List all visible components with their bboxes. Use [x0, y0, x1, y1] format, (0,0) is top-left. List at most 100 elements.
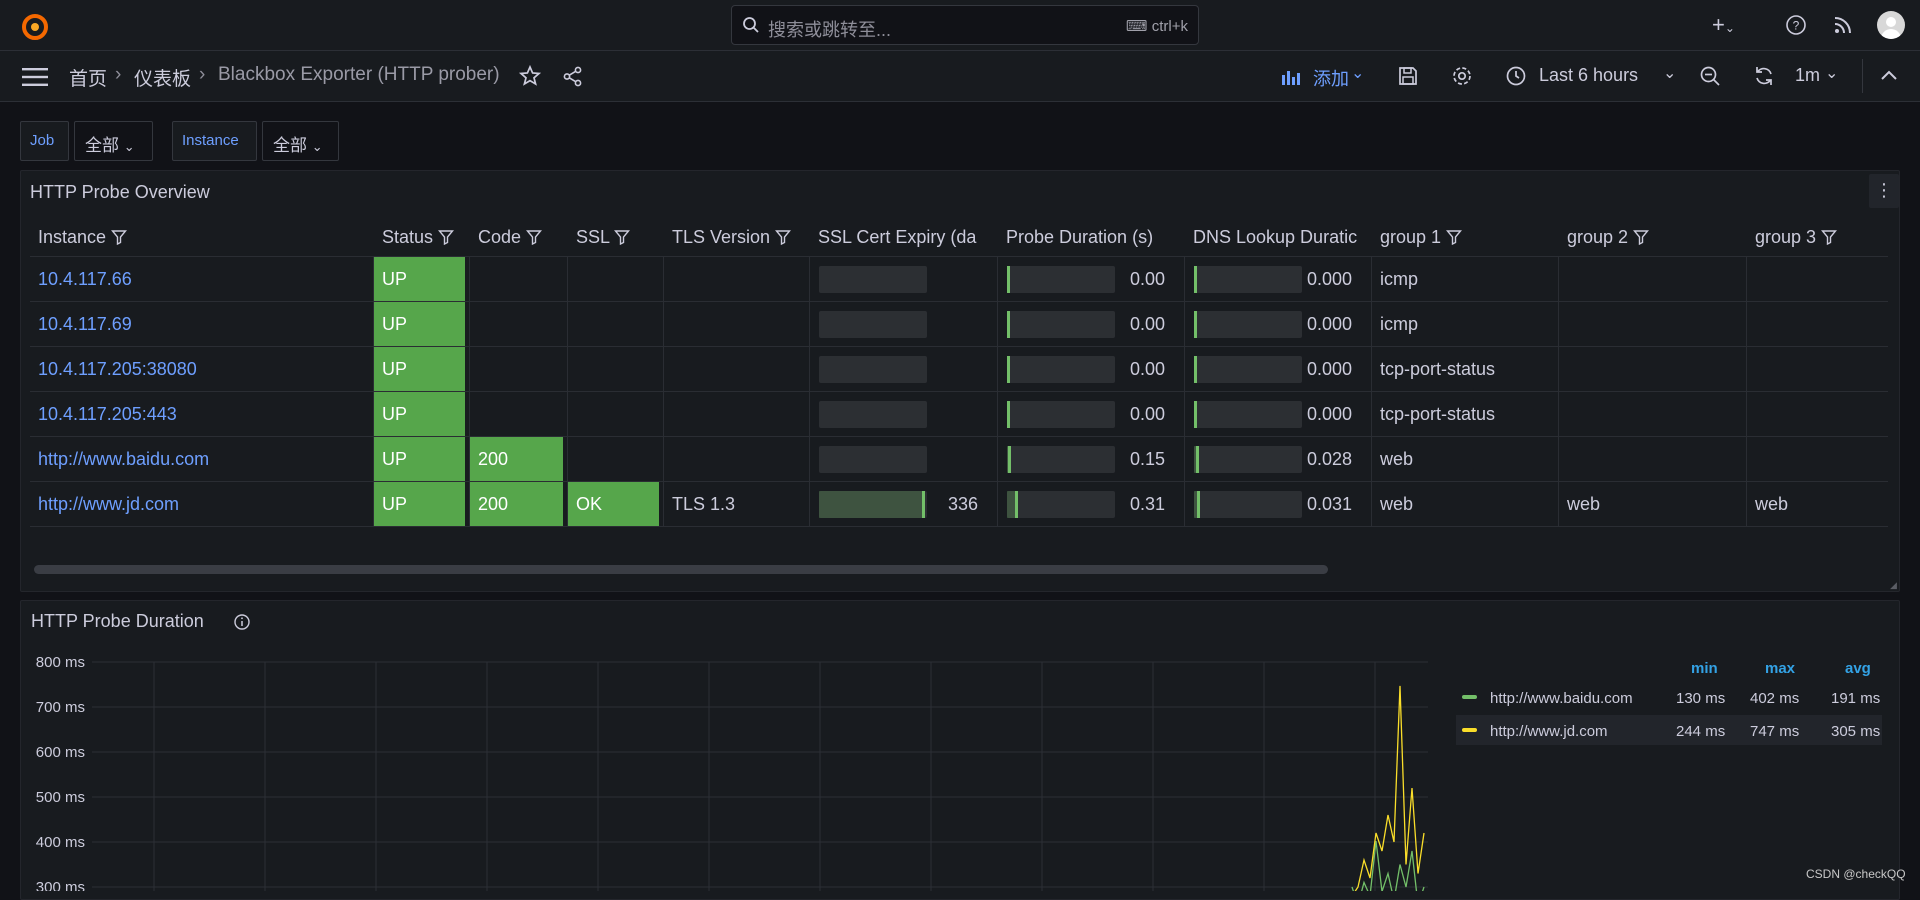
- column-header[interactable]: SSL: [576, 227, 658, 248]
- refresh-interval-picker[interactable]: 1m ⌄: [1795, 64, 1845, 88]
- breadcrumb-current-dashboard: Blackbox Exporter (HTTP prober): [218, 64, 500, 85]
- column-divider: [809, 392, 810, 436]
- group2-cell: [1559, 437, 1733, 481]
- instance-link[interactable]: 10.4.117.205:443: [30, 392, 363, 436]
- status-cell: UP: [374, 437, 465, 481]
- legend-header-min[interactable]: min: [1691, 660, 1718, 677]
- search-input[interactable]: 搜索或跳转至... ⌨ ctrl+k: [731, 5, 1199, 45]
- legend-header-max[interactable]: max: [1765, 660, 1795, 677]
- legend-series-name[interactable]: http://www.baidu.com: [1490, 690, 1633, 707]
- save-icon[interactable]: [1397, 65, 1419, 90]
- legend-header-avg[interactable]: avg: [1845, 660, 1871, 677]
- column-divider: [997, 482, 998, 526]
- status-cell: UP: [374, 257, 465, 301]
- column-divider: [469, 482, 470, 526]
- filter-icon[interactable]: [770, 227, 792, 247]
- instance-link[interactable]: 10.4.117.69: [30, 302, 363, 346]
- column-header[interactable]: group 2: [1567, 227, 1732, 248]
- instance-link[interactable]: http://www.jd.com: [30, 482, 363, 526]
- variable-value-job: 全部: [85, 136, 119, 155]
- column-divider: [469, 347, 470, 391]
- dns-lookup-gauge-fill: [1194, 446, 1200, 473]
- column-header-label: Status: [382, 227, 434, 247]
- keyboard-shortcut-hint: ⌨ ctrl+k: [1126, 17, 1188, 35]
- variable-select-instance[interactable]: 全部 ⌄: [262, 121, 339, 161]
- legend-series-name[interactable]: http://www.jd.com: [1490, 723, 1608, 740]
- column-divider: [1184, 392, 1185, 436]
- filter-icon[interactable]: [1628, 227, 1650, 247]
- column-header[interactable]: SSL Cert Expiry (da: [818, 227, 984, 248]
- filter-icon[interactable]: [1816, 227, 1838, 247]
- column-header[interactable]: TLS Version: [672, 227, 802, 248]
- instance-link[interactable]: 10.4.117.205:38080: [30, 347, 363, 391]
- column-header-label: DNS Lookup Duratic: [1193, 227, 1358, 247]
- column-divider: [373, 347, 374, 391]
- group3-cell: [1747, 257, 1887, 301]
- filter-icon[interactable]: [521, 227, 543, 247]
- column-header-label: SSL Cert Expiry (da: [818, 227, 977, 247]
- ssl-expiry-gauge: [819, 311, 927, 338]
- refresh-interval-label: 1m: [1795, 65, 1821, 85]
- probe-duration-gauge: [1007, 401, 1115, 428]
- divider: [1862, 59, 1863, 93]
- instance-link[interactable]: http://www.baidu.com: [30, 437, 363, 481]
- group1-cell: tcp-port-status: [1380, 359, 1496, 379]
- user-avatar[interactable]: [1877, 11, 1905, 39]
- filter-icon[interactable]: [106, 227, 128, 247]
- status-cell: UP: [374, 482, 465, 526]
- column-divider: [469, 437, 470, 481]
- column-divider: [809, 482, 810, 526]
- variable-label-instance: Instance: [172, 121, 257, 161]
- horizontal-scrollbar[interactable]: [34, 565, 1328, 574]
- menu-hamburger-icon[interactable]: [22, 67, 48, 90]
- column-header[interactable]: Code: [478, 227, 562, 248]
- panel-title: HTTP Probe Duration: [31, 611, 204, 631]
- new-plus-icon[interactable]: +⌄: [1712, 12, 1735, 38]
- column-header[interactable]: DNS Lookup Duratic: [1193, 227, 1358, 248]
- http-code-cell: 200: [470, 437, 563, 481]
- filter-icon[interactable]: [433, 227, 455, 247]
- panel-menu-icon[interactable]: ⋮: [1869, 174, 1899, 208]
- table-row: 10.4.117.205:38080 UP 0.00 0.000 tcp-port-st…: [30, 347, 1888, 392]
- column-divider: [1746, 437, 1747, 481]
- column-header[interactable]: Status: [382, 227, 464, 248]
- column-divider: [373, 482, 374, 526]
- time-range-picker[interactable]: Last 6 hours ⌄: [1505, 63, 1676, 89]
- grafana-logo-icon[interactable]: [20, 12, 50, 40]
- group2-cell: [1559, 257, 1733, 301]
- filter-icon[interactable]: [609, 227, 631, 247]
- column-divider: [567, 257, 568, 301]
- instance-link[interactable]: 10.4.117.66: [30, 257, 363, 301]
- column-header[interactable]: group 3: [1755, 227, 1886, 248]
- y-tick-label: 700 ms: [36, 699, 85, 716]
- variable-select-job[interactable]: 全部 ⌄: [74, 121, 153, 161]
- probe-duration-chart: 800 ms 700 ms 600 ms 500 ms 400 ms 300 ms: [36, 654, 1428, 891]
- resize-handle-icon[interactable]: ◢: [1890, 580, 1897, 591]
- column-header[interactable]: Instance: [38, 227, 364, 248]
- table-row: http://www.baidu.com UP 200 0.15 0.028 web: [30, 437, 1888, 482]
- column-divider: [663, 437, 664, 481]
- star-icon[interactable]: [518, 64, 542, 90]
- help-icon[interactable]: ?: [1785, 14, 1807, 39]
- refresh-icon[interactable]: [1753, 65, 1775, 90]
- zoom-out-icon[interactable]: [1699, 65, 1721, 90]
- settings-gear-icon[interactable]: [1451, 65, 1473, 90]
- info-icon[interactable]: [233, 613, 251, 634]
- share-icon[interactable]: [562, 66, 583, 90]
- probe-duration-gauge: [1007, 266, 1115, 293]
- chevron-down-icon: ⌄: [1351, 65, 1365, 82]
- column-divider: [1746, 482, 1747, 526]
- filter-icon[interactable]: [1441, 227, 1463, 247]
- column-divider: [1184, 347, 1185, 391]
- breadcrumb-dashboards[interactable]: 仪表板: [134, 64, 191, 91]
- column-header[interactable]: Probe Duration (s): [1006, 227, 1171, 248]
- column-header[interactable]: group 1: [1380, 227, 1545, 248]
- collapse-chevron-up-icon[interactable]: [1879, 67, 1899, 86]
- column-divider: [373, 257, 374, 301]
- breadcrumb-home[interactable]: 首页: [69, 64, 107, 91]
- dns-lookup-gauge-fill: [1194, 266, 1197, 293]
- column-divider: [663, 302, 664, 346]
- column-divider: [1184, 302, 1185, 346]
- news-rss-icon[interactable]: [1833, 15, 1853, 38]
- table-row: http://www.jd.com UP 200 OK TLS 1.3 336 0.31 0.…: [30, 482, 1888, 527]
